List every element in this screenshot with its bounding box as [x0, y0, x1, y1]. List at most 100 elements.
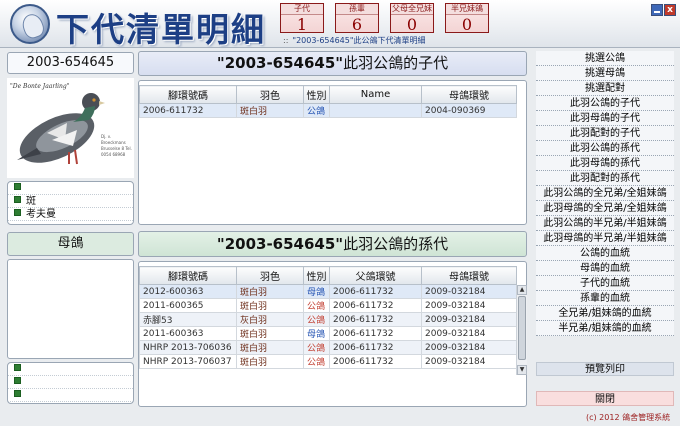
- grandchildren-title-suffix: 此羽公鴿的孫代: [343, 235, 449, 253]
- info-row: [8, 376, 133, 389]
- pigeon-photo: "De Bonte Jaarling" Dj. v. Broeckmans Br…: [7, 78, 134, 178]
- column-header[interactable]: 腳環號碼: [139, 266, 237, 285]
- sex-cell: 公鴿: [303, 340, 330, 355]
- stat-label: 子代: [281, 4, 323, 15]
- column-header[interactable]: 羽色: [236, 85, 304, 104]
- pigeon-info-list: 斑 考夫曼: [7, 181, 134, 225]
- father-ring-cell: 2006-611732: [329, 284, 422, 299]
- father-ring-cell: 2006-611732: [329, 340, 422, 355]
- ring-cell: NHRP 2013-706036: [139, 340, 237, 355]
- menu-item-pair-grandchildren[interactable]: 此羽配對的孫代: [536, 171, 674, 186]
- column-header[interactable]: 母鴿環號: [421, 85, 517, 104]
- ring-cell: NHRP 2013-706037: [139, 354, 237, 369]
- menu-item-hen-grandchildren[interactable]: 此羽母鴿的孫代: [536, 156, 674, 171]
- menu-item-hen-children[interactable]: 此羽母鴿的子代: [536, 111, 674, 126]
- stat-grandchildren: 孫輩 6: [335, 3, 379, 34]
- menu-item-cock-half-siblings[interactable]: 此羽公鴿的半兄弟/半姐妹鴿: [536, 216, 674, 231]
- column-header[interactable]: Name: [329, 85, 422, 104]
- pigeon-logo-icon: [10, 4, 50, 44]
- grandchildren-table: 腳環號碼 羽色 性別 父鴿環號 母鴿環號 2012-600363 斑白羽 母鴿 …: [139, 266, 517, 369]
- mother-ring-cell: 2009-032184: [421, 284, 517, 299]
- table-row[interactable]: NHRP 2013-706036 斑白羽 公鴿 2006-611732 2009…: [139, 340, 517, 355]
- column-header[interactable]: 腳環號碼: [139, 85, 237, 104]
- children-title-suffix: 此羽公鴿的子代: [343, 54, 449, 72]
- menu-item-select-cock[interactable]: 挑選公鴿: [536, 51, 674, 66]
- window-close-button[interactable]: x: [664, 4, 676, 16]
- column-header[interactable]: 母鴿環號: [421, 266, 517, 285]
- scroll-thumb[interactable]: [518, 296, 526, 360]
- color-cell: 斑白羽: [236, 284, 304, 299]
- mother-ring-cell: 2004-090369: [421, 103, 517, 118]
- info-row: 斑: [8, 195, 133, 208]
- stat-label: 孫輩: [336, 4, 378, 15]
- grandchildren-scrollbar[interactable]: ▲ ▼: [516, 285, 527, 375]
- menu-item-cock-pedigree[interactable]: 公鴿的血統: [536, 246, 674, 261]
- minimize-button[interactable]: [651, 4, 663, 16]
- menu-item-cock-full-siblings[interactable]: 此羽公鴿的全兄弟/全姐妹鴿: [536, 186, 674, 201]
- stat-half-siblings: 半兄妹鴿 0: [445, 3, 489, 34]
- app-title: 下代清單明細: [56, 10, 266, 49]
- sex-cell: 公鴿: [303, 298, 330, 313]
- stat-value: 0: [461, 15, 473, 34]
- scroll-up-icon[interactable]: ▲: [517, 285, 527, 295]
- stat-label: 半兄妹鴿: [446, 4, 488, 15]
- menu-item-pair-children[interactable]: 此羽配對的子代: [536, 126, 674, 141]
- sex-cell: 母鴿: [303, 284, 330, 299]
- navigation-menu: 挑選公鴿 挑選母鴿 挑選配對 此羽公鴿的子代 此羽母鴿的子代 此羽配對的子代 此…: [536, 51, 674, 336]
- menu-item-grandchildren-pedigree[interactable]: 孫輩的血統: [536, 291, 674, 306]
- close-button[interactable]: 關閉: [536, 391, 674, 406]
- table-row[interactable]: 赤腳53 灰白羽 公鴿 2006-611732 2009-032184: [139, 312, 517, 327]
- column-header[interactable]: 父鴿環號: [329, 266, 422, 285]
- father-ring-cell: 2006-611732: [329, 298, 422, 313]
- sex-cell: 母鴿: [303, 326, 330, 341]
- scroll-down-icon[interactable]: ▼: [517, 365, 527, 375]
- ring-cell: 赤腳53: [139, 312, 237, 327]
- stat-full-siblings: 父母全兄妹 0: [390, 3, 434, 34]
- table-row[interactable]: 2012-600363 斑白羽 母鴿 2006-611732 2009-0321…: [139, 284, 517, 299]
- color-cell: 斑白羽: [236, 340, 304, 355]
- photo-caption: "De Bonte Jaarling": [10, 83, 70, 90]
- column-header[interactable]: 性別: [303, 266, 330, 285]
- ring-cell: 2011-600363: [139, 326, 237, 341]
- column-header[interactable]: 性別: [303, 85, 330, 104]
- color-cell: 斑白羽: [236, 354, 304, 369]
- ring-cell: 2011-600365: [139, 298, 237, 313]
- stat-value: 6: [351, 15, 363, 34]
- stat-label: 父母全兄妹: [391, 4, 433, 15]
- menu-item-hen-half-siblings[interactable]: 此羽母鴿的半兄弟/半姐妹鴿: [536, 231, 674, 246]
- children-title-ring: "2003-654645": [216, 54, 344, 72]
- table-row[interactable]: NHRP 2013-706037 斑白羽 公鴿 2006-611732 2009…: [139, 354, 517, 369]
- menu-item-cock-children[interactable]: 此羽公鴿的子代: [536, 96, 674, 111]
- info-row: [8, 182, 133, 195]
- menu-item-cock-grandchildren[interactable]: 此羽公鴿的孫代: [536, 141, 674, 156]
- ring-cell: 2006-611732: [139, 103, 237, 118]
- print-preview-button[interactable]: 預覽列印: [536, 362, 674, 376]
- info-row: [8, 389, 133, 402]
- mother-ring-cell: 2009-032184: [421, 312, 517, 327]
- column-header[interactable]: 羽色: [236, 266, 304, 285]
- menu-item-select-pair[interactable]: 挑選配對: [536, 81, 674, 96]
- children-section-title: "2003-654645"此羽公鴿的子代: [138, 51, 527, 76]
- mother-ring-cell: 2009-032184: [421, 354, 517, 369]
- app-header: 下代清單明細 子代 1 孫輩 6 父母全兄妹 0 半兄妹鴿 0 :: "2003-…: [0, 0, 680, 49]
- menu-item-half-sibling-pedigree[interactable]: 半兄弟/姐妹鴿的血統: [536, 321, 674, 336]
- sex-cell: 公鴿: [303, 103, 330, 118]
- table-row[interactable]: 2006-611732 斑白羽 公鴿 2004-090369: [139, 103, 517, 118]
- table-row[interactable]: 2011-600365 斑白羽 公鴿 2006-611732 2009-0321…: [139, 298, 517, 313]
- menu-item-children-pedigree[interactable]: 子代的血統: [536, 276, 674, 291]
- stat-children: 子代 1: [280, 3, 324, 34]
- menu-item-hen-full-siblings[interactable]: 此羽母鴿的全兄弟/全姐妹鴿: [536, 201, 674, 216]
- father-ring-cell: 2006-611732: [329, 326, 422, 341]
- menu-item-full-sibling-pedigree[interactable]: 全兄弟/姐妹鴿的血統: [536, 306, 674, 321]
- color-cell: 斑白羽: [236, 326, 304, 341]
- ring-cell: 2012-600363: [139, 284, 237, 299]
- table-row[interactable]: 2011-600363 斑白羽 母鴿 2006-611732 2009-0321…: [139, 326, 517, 341]
- stat-value: 1: [296, 15, 308, 34]
- sex-cell: 公鴿: [303, 312, 330, 327]
- color-cell: 灰白羽: [236, 312, 304, 327]
- children-table: 腳環號碼 羽色 性別 Name 母鴿環號 2006-611732 斑白羽 公鴿 …: [139, 85, 517, 118]
- father-ring-cell: 2006-611732: [329, 354, 422, 369]
- pigeon-image-icon: [17, 93, 105, 165]
- menu-item-select-hen[interactable]: 挑選母鴿: [536, 66, 674, 81]
- menu-item-hen-pedigree[interactable]: 母鴿的血統: [536, 261, 674, 276]
